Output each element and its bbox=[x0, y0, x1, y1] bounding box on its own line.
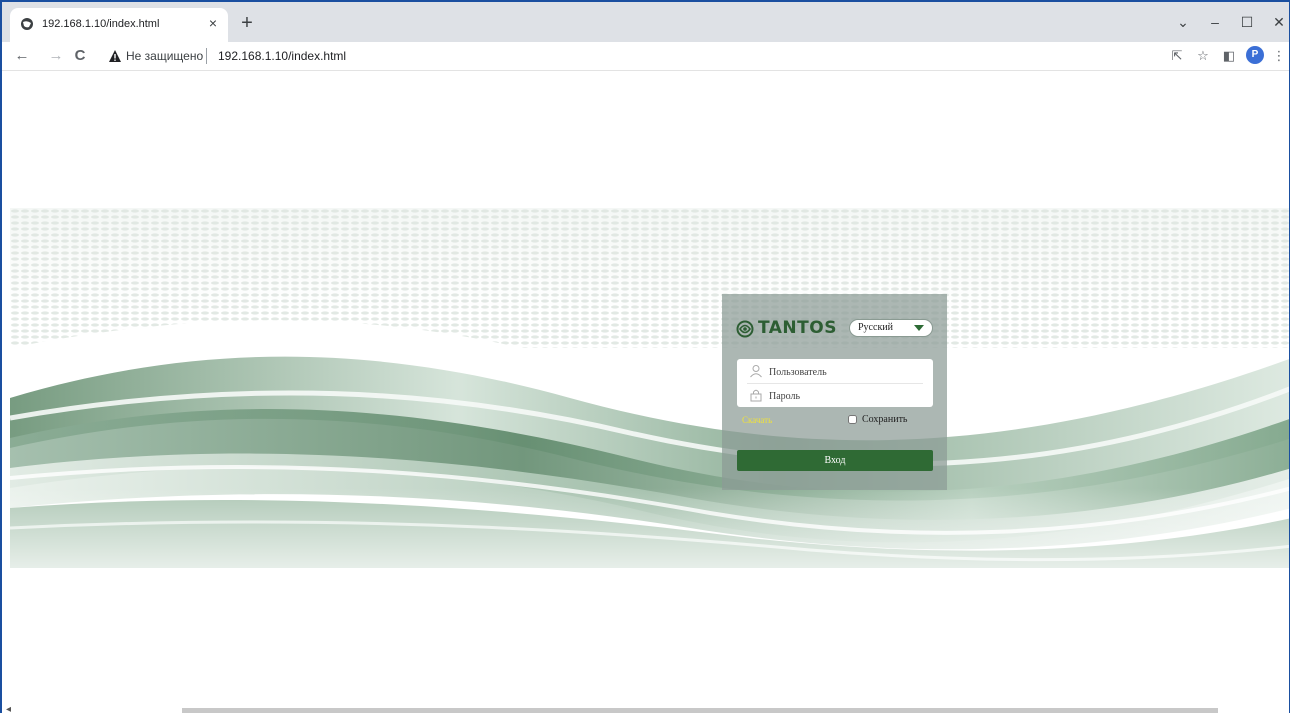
side-panel-icon[interactable]: ◧ bbox=[1220, 47, 1238, 65]
close-window-button[interactable]: ✕ bbox=[1266, 12, 1289, 32]
security-status-label[interactable]: Не защищено bbox=[126, 49, 203, 63]
logo-text: TANTOS bbox=[758, 318, 837, 338]
maximize-button[interactable]: ☐ bbox=[1234, 12, 1260, 32]
address-bar[interactable]: Не защищено 192.168.1.10/index.html bbox=[102, 45, 1142, 67]
forward-button[interactable]: → bbox=[46, 46, 66, 66]
password-input[interactable] bbox=[769, 388, 919, 404]
username-row bbox=[737, 359, 933, 383]
new-tab-button[interactable]: + bbox=[238, 13, 256, 33]
page-viewport: TANTOS Русский Пользователь Скачать Сохр… bbox=[2, 71, 1289, 713]
language-select[interactable]: Русский bbox=[849, 319, 933, 337]
credentials-box bbox=[737, 359, 933, 407]
tab-strip: 192.168.1.10/index.html × + ⌄ – ☐ ✕ bbox=[2, 2, 1289, 42]
browser-menu-icon[interactable]: ⋮ bbox=[1270, 47, 1288, 65]
horizontal-scrollbar[interactable]: ◂ bbox=[2, 704, 1289, 713]
tab-close-icon[interactable]: × bbox=[204, 14, 222, 32]
password-row bbox=[737, 383, 933, 407]
language-selected-value: Русский bbox=[858, 322, 893, 333]
username-input[interactable] bbox=[769, 364, 919, 380]
lock-icon bbox=[750, 389, 762, 402]
minimize-button[interactable]: – bbox=[1202, 12, 1228, 32]
browser-tab-active[interactable]: 192.168.1.10/index.html × bbox=[10, 8, 228, 42]
remember-label[interactable]: Сохранить bbox=[862, 414, 908, 425]
reload-button[interactable]: C bbox=[70, 46, 90, 66]
login-panel: TANTOS Русский Пользователь Скачать Сохр… bbox=[722, 294, 947, 490]
tab-title: 192.168.1.10/index.html bbox=[42, 18, 160, 30]
scroll-left-icon[interactable]: ◂ bbox=[6, 704, 11, 713]
remember-me[interactable]: Сохранить bbox=[848, 414, 938, 426]
user-icon bbox=[750, 365, 762, 378]
tab-search-icon[interactable]: ⌄ bbox=[1170, 12, 1196, 32]
tantos-logo: TANTOS bbox=[736, 318, 856, 338]
tantos-logo-icon bbox=[736, 320, 754, 338]
back-button[interactable]: ← bbox=[12, 46, 32, 66]
url-text[interactable]: 192.168.1.10/index.html bbox=[218, 49, 346, 63]
remember-checkbox[interactable] bbox=[848, 415, 857, 424]
browser-window: 192.168.1.10/index.html × + ⌄ – ☐ ✕ ← → … bbox=[0, 0, 1290, 713]
warning-icon[interactable] bbox=[108, 49, 122, 63]
share-icon[interactable]: ⇱ bbox=[1168, 47, 1186, 65]
horizontal-scrollbar-thumb[interactable] bbox=[182, 708, 1218, 713]
omnibox-divider bbox=[206, 48, 207, 64]
browser-toolbar: ← → C Не защищено 192.168.1.10/index.htm… bbox=[2, 42, 1289, 71]
download-link[interactable]: Скачать bbox=[742, 415, 772, 425]
wave-banner-background bbox=[10, 208, 1289, 568]
globe-icon bbox=[21, 18, 33, 30]
profile-avatar[interactable]: P bbox=[1246, 46, 1264, 64]
bookmark-star-icon[interactable]: ☆ bbox=[1194, 47, 1212, 65]
caret-down-icon bbox=[914, 325, 924, 331]
login-button[interactable]: Вход bbox=[737, 450, 933, 471]
